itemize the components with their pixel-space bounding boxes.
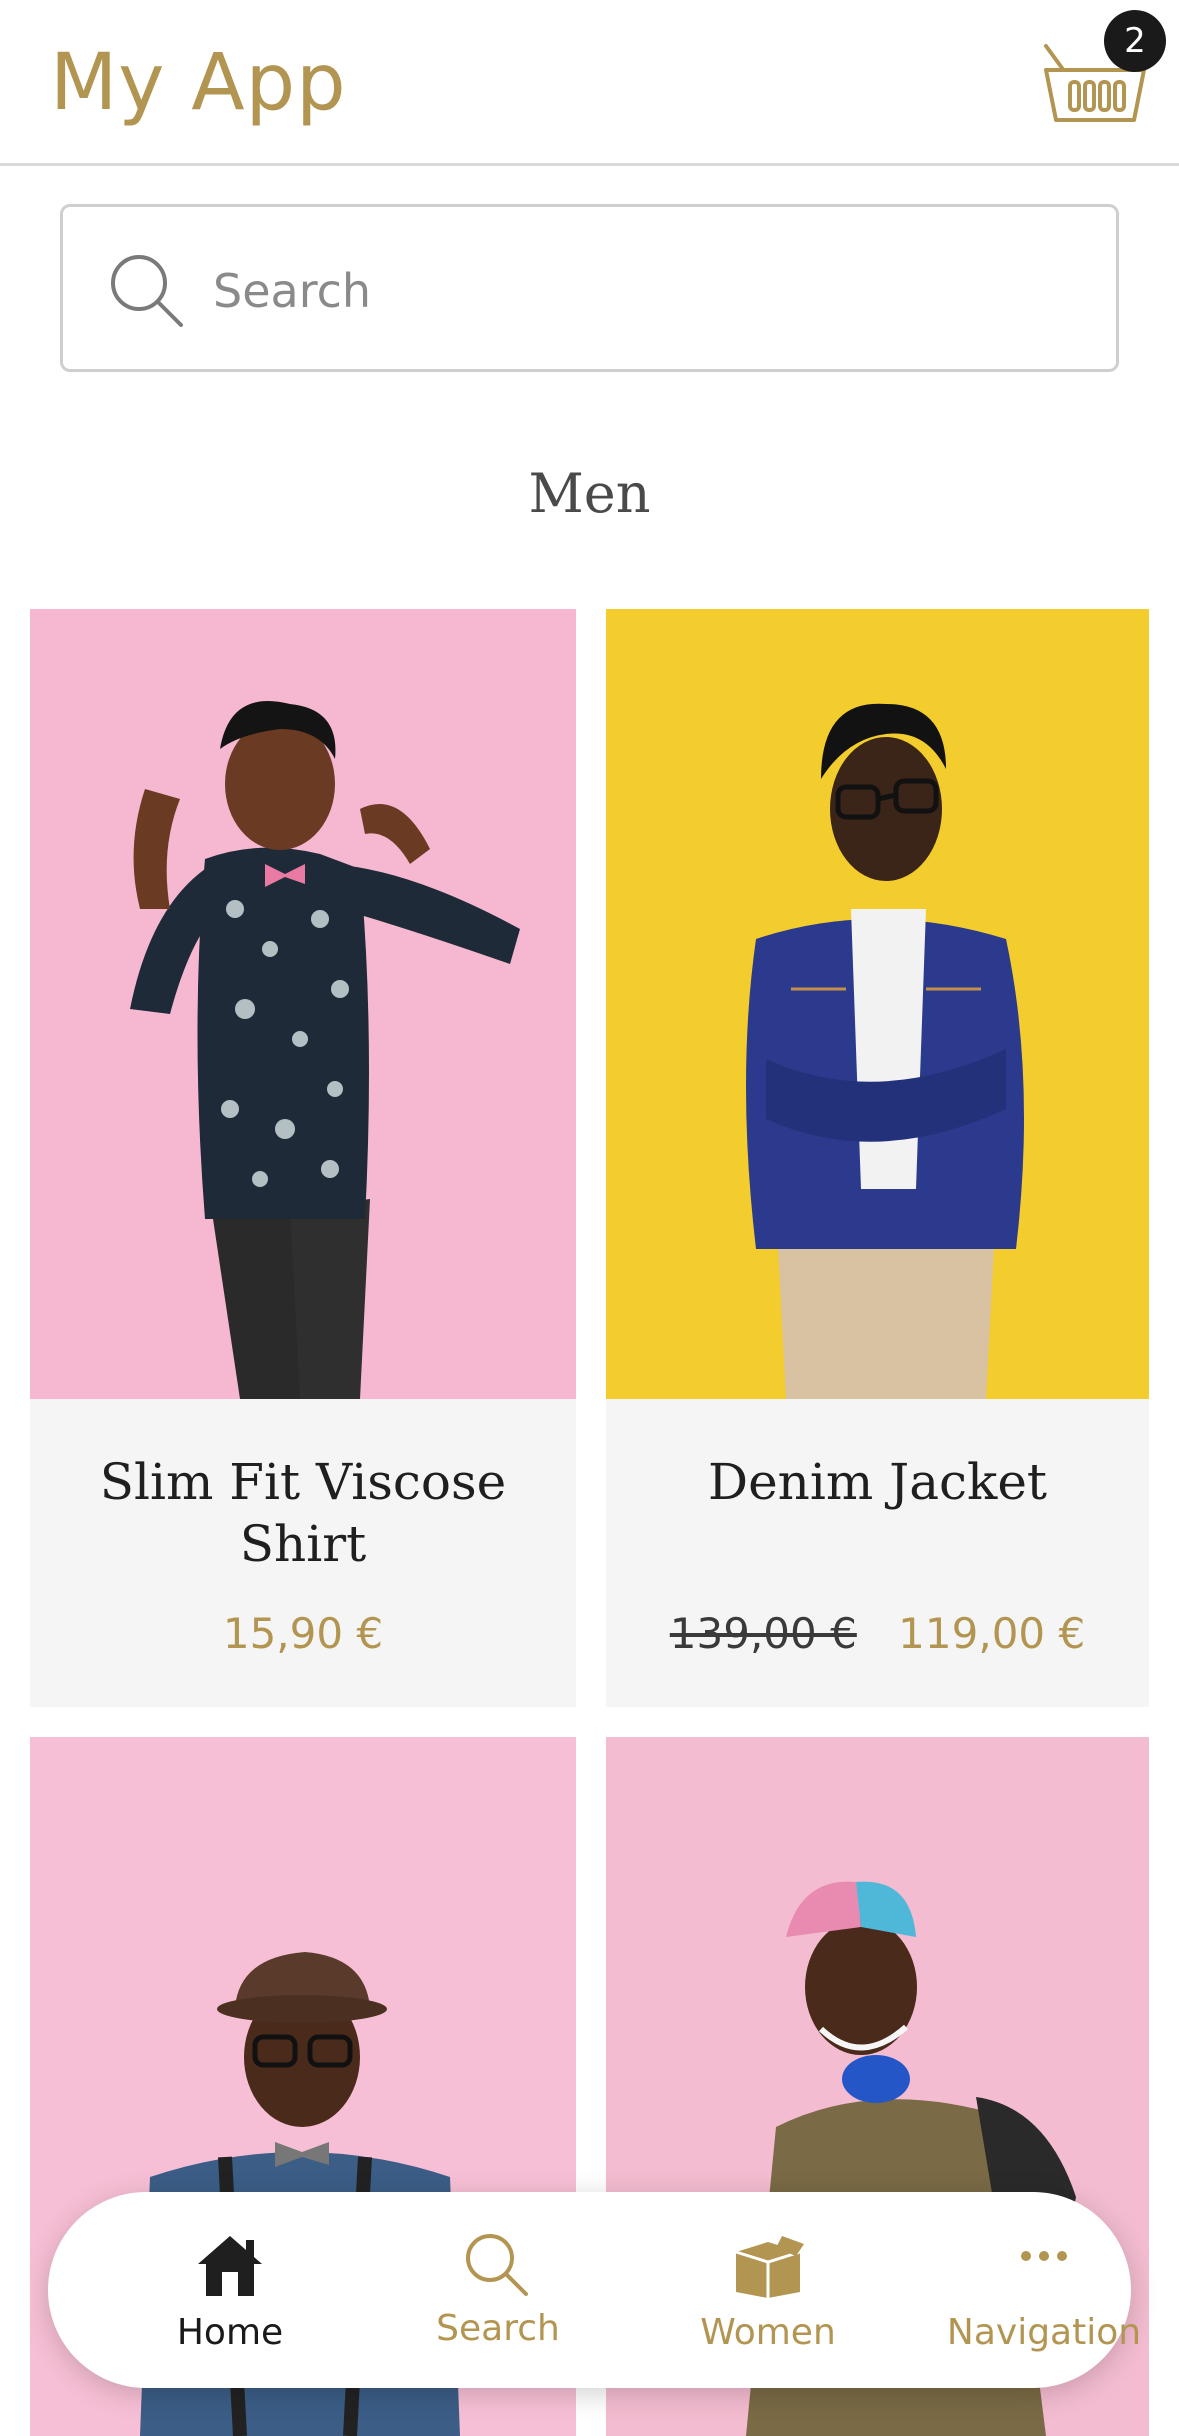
more-icon xyxy=(1021,2251,1067,2261)
app-header: My App 2 xyxy=(0,0,1179,166)
original-price: 139,00 € xyxy=(669,1609,857,1658)
cart-count-badge: 2 xyxy=(1104,10,1166,72)
section-title: Men xyxy=(528,462,651,525)
search-icon xyxy=(466,2234,528,2296)
search-input[interactable] xyxy=(213,237,1093,345)
nav-label: Search xyxy=(436,2308,560,2349)
nav-label: Women xyxy=(700,2312,836,2353)
product-info: Denim Jacket 139,00 € 119,00 € xyxy=(606,1399,1149,1707)
nav-item-navigation[interactable]: Navigation xyxy=(914,2192,1174,2388)
nav-item-search[interactable]: Search xyxy=(378,2192,618,2388)
product-card[interactable]: Denim Jacket 139,00 € 119,00 € xyxy=(606,609,1149,1707)
nav-label: Navigation xyxy=(946,2312,1142,2353)
product-photo-man-floral-shirt xyxy=(30,609,576,1399)
nav-item-women[interactable]: Women xyxy=(648,2192,888,2388)
search-icon xyxy=(111,255,183,327)
sale-price: 119,00 € xyxy=(898,1609,1086,1658)
product-price: 139,00 € 119,00 € xyxy=(606,1609,1149,1658)
product-price: 15,90 € xyxy=(30,1609,576,1658)
search-bar[interactable] xyxy=(60,204,1119,372)
box-icon xyxy=(735,2236,804,2298)
home-icon xyxy=(198,2236,262,2296)
app-title: My App xyxy=(50,38,347,128)
current-price: 15,90 € xyxy=(222,1609,384,1658)
bottom-navigation: Home Search Women Navigation xyxy=(48,2192,1141,2388)
product-image[interactable] xyxy=(30,609,576,1399)
product-photo-man-denim-jacket xyxy=(606,609,1149,1399)
product-name[interactable]: Slim Fit Viscose Shirt xyxy=(50,1451,556,1575)
product-name[interactable]: Denim Jacket xyxy=(626,1451,1129,1513)
product-info: Slim Fit Viscose Shirt 15,90 € xyxy=(30,1399,576,1707)
nav-label: Home xyxy=(176,2312,284,2353)
nav-item-home[interactable]: Home xyxy=(110,2192,350,2388)
product-card[interactable]: Slim Fit Viscose Shirt 15,90 € xyxy=(30,609,576,1707)
product-image[interactable] xyxy=(606,609,1149,1399)
